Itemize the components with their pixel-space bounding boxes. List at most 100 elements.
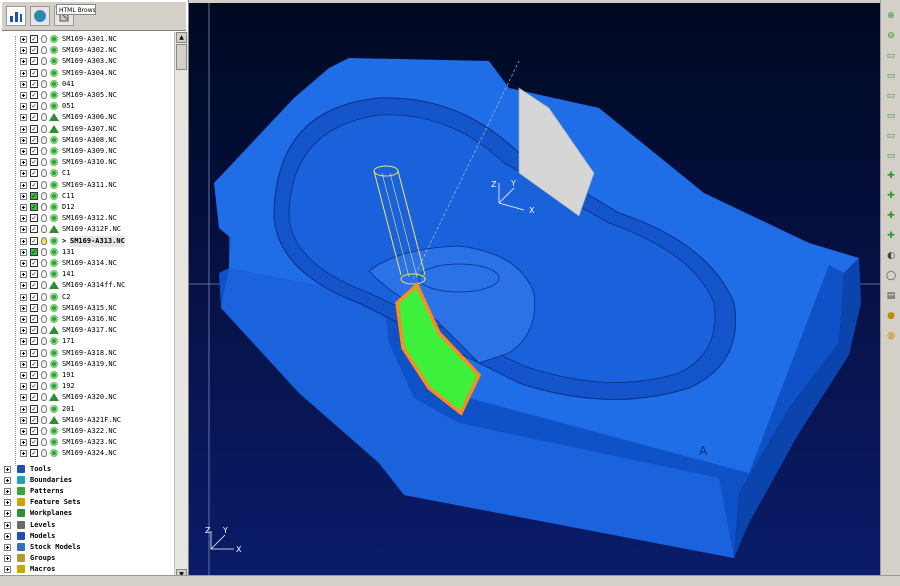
visibility-checkbox[interactable]: ✓ xyxy=(30,292,38,301)
lightbulb-icon[interactable] xyxy=(41,315,47,323)
lightbulb-icon[interactable] xyxy=(41,292,47,301)
visibility-checkbox[interactable]: ✓ xyxy=(30,348,38,357)
lightbulb-icon[interactable] xyxy=(41,427,47,435)
lightbulb-icon[interactable] xyxy=(41,382,47,391)
lightbulb-icon[interactable] xyxy=(41,113,47,122)
globe-icon[interactable]: ◍ xyxy=(884,330,898,343)
group-expand-toggle[interactable] xyxy=(4,544,11,551)
explorer-group-workplanes[interactable]: Workplanes xyxy=(0,508,174,519)
tree-scrollbar[interactable]: ▲ ▼ xyxy=(174,32,188,580)
toolpath-row[interactable]: ✓ SM169-A302.NC xyxy=(0,45,174,56)
lightbulb-icon[interactable] xyxy=(41,102,47,111)
toolpath-row[interactable]: ✓ SM169-A317.NC xyxy=(0,325,174,336)
lightbulb-icon[interactable] xyxy=(41,214,47,223)
group-expand-toggle[interactable] xyxy=(4,532,11,540)
visibility-checkbox[interactable]: ✓ xyxy=(30,315,38,323)
toolpath-row[interactable]: ✓ SM169-A307.NC xyxy=(0,124,174,135)
light-icon[interactable]: ● xyxy=(884,310,898,323)
toolpath-row[interactable]: ✓ SM169-A314ff.NC xyxy=(0,280,174,291)
expand-toggle[interactable] xyxy=(20,192,27,200)
toolpath-row[interactable]: ✓ 041 xyxy=(0,79,174,90)
expand-toggle[interactable] xyxy=(20,316,27,323)
html-browser-tab[interactable]: HTML Browser xyxy=(56,4,96,15)
lightbulb-icon[interactable] xyxy=(41,303,47,312)
expand-toggle[interactable] xyxy=(20,260,27,267)
model-view[interactable]: Z Y X Z Y X A xyxy=(189,3,880,575)
lightbulb-icon[interactable] xyxy=(41,371,47,379)
expand-toggle[interactable] xyxy=(20,439,27,447)
visibility-checkbox[interactable]: ✓ xyxy=(30,191,38,200)
visibility-checkbox[interactable]: ✓ xyxy=(30,214,38,223)
expand-toggle[interactable] xyxy=(20,405,27,413)
toolpath-row[interactable]: ✓ C11 xyxy=(0,191,174,202)
lightbulb-icon[interactable] xyxy=(41,91,47,99)
visibility-checkbox[interactable]: ✓ xyxy=(30,91,38,99)
group-expand-toggle[interactable] xyxy=(4,488,11,495)
lightbulb-icon[interactable] xyxy=(41,337,47,346)
lightbulb-icon[interactable] xyxy=(41,259,47,267)
toolpath-row[interactable]: ✓ 201 xyxy=(0,404,174,415)
expand-toggle[interactable] xyxy=(20,282,27,290)
group-expand-toggle[interactable] xyxy=(4,510,11,518)
explorer-group-levels[interactable]: Levels xyxy=(0,520,174,531)
visibility-checkbox[interactable]: ✓ xyxy=(30,57,38,66)
view-left-icon[interactable]: ▭ xyxy=(884,90,898,103)
toolpath-row[interactable]: ✓ 192 xyxy=(0,381,174,392)
toolpath-row[interactable]: ✓ SM169-A311.NC xyxy=(0,180,174,191)
toolpath-row[interactable]: ✓ SM169-A321F.NC xyxy=(0,415,174,426)
toolpath-row[interactable]: ✓ SM169-A323.NC xyxy=(0,437,174,448)
explorer-group-models[interactable]: Models xyxy=(0,531,174,542)
browser-tab-button[interactable] xyxy=(30,6,50,26)
toolpath-row[interactable]: ✓ SM169-A306.NC xyxy=(0,112,174,123)
visibility-checkbox[interactable]: ✓ xyxy=(30,236,38,245)
visibility-checkbox[interactable]: ✓ xyxy=(30,270,38,279)
visibility-checkbox[interactable]: ✓ xyxy=(30,303,38,312)
expand-toggle[interactable] xyxy=(20,293,27,301)
lightbulb-icon[interactable] xyxy=(41,404,47,413)
toolpath-row[interactable]: ✓ SM169-A318.NC xyxy=(0,348,174,359)
expand-toggle[interactable] xyxy=(20,114,27,122)
toolpath-row[interactable]: ✓ SM169-A319.NC xyxy=(0,359,174,370)
lightbulb-icon[interactable] xyxy=(41,203,47,211)
iso-1-icon[interactable]: ✚ xyxy=(884,170,898,183)
toolpath-row[interactable]: ✓ SM169-A309.NC xyxy=(0,146,174,157)
expand-toggle[interactable] xyxy=(20,304,27,312)
visibility-checkbox[interactable]: ✓ xyxy=(30,427,38,435)
lightbulb-icon[interactable] xyxy=(41,281,47,290)
toolpath-row[interactable]: ✓ 131 xyxy=(0,247,174,258)
toolpath-row[interactable]: ✓ 141 xyxy=(0,269,174,280)
visibility-checkbox[interactable]: ✓ xyxy=(30,147,38,155)
visibility-checkbox[interactable]: ✓ xyxy=(30,359,38,368)
expand-toggle[interactable] xyxy=(20,237,27,245)
iso-4-icon[interactable]: ✚ xyxy=(884,230,898,243)
toolpath-row[interactable]: ✓ SM169-A312F.NC xyxy=(0,224,174,235)
toolpath-row[interactable]: ✓ 171 xyxy=(0,336,174,347)
wire-icon[interactable]: ◯ xyxy=(884,270,898,283)
toolpath-row[interactable]: ✓ SM169-A312.NC xyxy=(0,213,174,224)
expand-toggle[interactable] xyxy=(20,159,27,167)
expand-toggle[interactable] xyxy=(20,327,27,335)
expand-toggle[interactable] xyxy=(20,80,27,88)
graphics-viewport[interactable]: Z Y X Z Y X A xyxy=(189,3,880,575)
lightbulb-icon[interactable] xyxy=(41,46,47,55)
view-top-icon[interactable]: ▭ xyxy=(884,50,898,63)
expand-toggle[interactable] xyxy=(20,394,27,402)
toolpath-row[interactable]: ✓ SM169-A308.NC xyxy=(0,135,174,146)
visibility-checkbox[interactable]: ✓ xyxy=(30,113,38,122)
explorer-group-stock-models[interactable]: Stock Models xyxy=(0,542,174,553)
visibility-checkbox[interactable]: ✓ xyxy=(30,382,38,391)
visibility-checkbox[interactable]: ✓ xyxy=(30,371,38,379)
lightbulb-icon[interactable] xyxy=(41,438,47,447)
toolpath-row[interactable]: ✓ 051 xyxy=(0,101,174,112)
visibility-checkbox[interactable]: ✓ xyxy=(30,135,38,144)
visibility-checkbox[interactable]: ✓ xyxy=(30,124,38,133)
lightbulb-icon[interactable] xyxy=(41,124,47,133)
expand-toggle[interactable] xyxy=(20,103,27,111)
lightbulb-icon[interactable] xyxy=(41,180,47,189)
visibility-checkbox[interactable]: ✓ xyxy=(30,337,38,346)
expand-toggle[interactable] xyxy=(20,92,27,99)
expand-toggle[interactable] xyxy=(20,215,27,223)
visibility-checkbox[interactable]: ✓ xyxy=(30,35,38,43)
expand-toggle[interactable] xyxy=(20,47,27,55)
zoom-out-icon[interactable]: ⊖ xyxy=(884,30,898,43)
